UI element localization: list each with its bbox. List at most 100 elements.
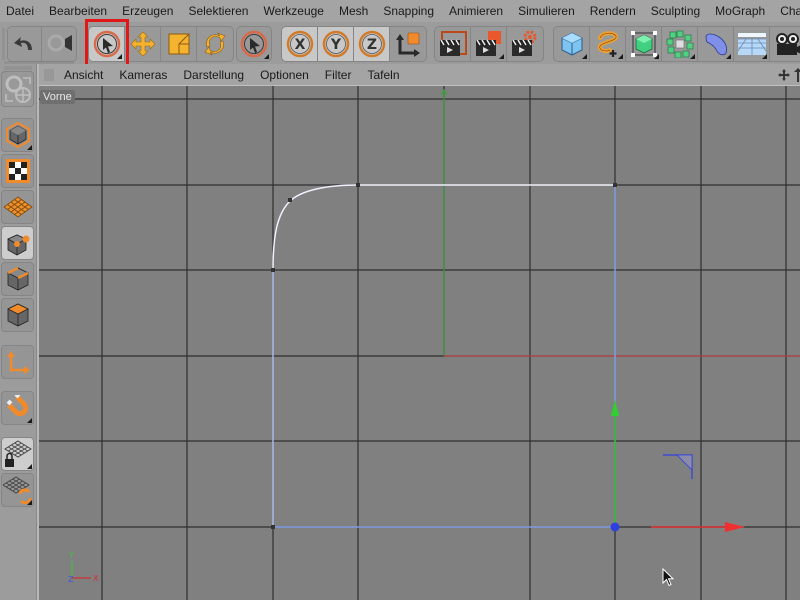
- viewport-menu-optionen[interactable]: Optionen: [260, 68, 309, 82]
- workplane-lock-button[interactable]: [1, 437, 34, 471]
- axis-mode-button[interactable]: [1, 345, 34, 379]
- view-navigation-button[interactable]: [1, 71, 34, 107]
- view-navigation-icon: [4, 75, 31, 103]
- submenu-indicator: [726, 54, 731, 59]
- snapping-button[interactable]: [1, 391, 34, 425]
- render-picture-viewer-button[interactable]: [471, 27, 507, 61]
- gizmo-z-handle: [610, 522, 620, 532]
- menu-animieren[interactable]: Animieren: [443, 4, 503, 18]
- svg-text:Y: Y: [329, 37, 341, 53]
- menu-mesh[interactable]: Mesh: [333, 4, 368, 18]
- menu-datei[interactable]: Datei: [0, 4, 34, 18]
- viewport-menu-kameras[interactable]: Kameras: [119, 68, 167, 82]
- spline-point: [356, 183, 360, 187]
- viewport-front[interactable]: Y X Z: [39, 86, 800, 600]
- grid-align-button[interactable]: [1, 473, 34, 507]
- viewport-menu-ansicht[interactable]: Ansicht: [64, 68, 103, 82]
- viewport-pan-icon[interactable]: [778, 69, 790, 81]
- viewport-menu-darstellung[interactable]: Darstellung: [183, 68, 244, 82]
- viewport-menu-tafeln[interactable]: Tafeln: [367, 68, 399, 82]
- menubar: Datei Bearbeiten Erzeugen Selektieren We…: [0, 0, 800, 22]
- y-axis-lock-button[interactable]: Y: [318, 27, 354, 61]
- deformer-button[interactable]: [698, 27, 734, 61]
- submenu-indicator: [582, 54, 587, 59]
- submenu-indicator: [762, 54, 767, 59]
- z-axis-lock-button[interactable]: Z: [354, 27, 390, 61]
- camera-icon: [776, 33, 800, 55]
- axis-mode-icon: [6, 351, 30, 374]
- undo-button[interactable]: [8, 27, 43, 61]
- svg-text:Z: Z: [366, 37, 376, 53]
- cloner-button[interactable]: [662, 27, 698, 61]
- viewport-canvas[interactable]: Y X Z: [39, 86, 800, 600]
- rotate-button[interactable]: [197, 27, 233, 61]
- spline-point: [613, 183, 617, 187]
- axis-indicator-z-label: Z: [68, 575, 74, 584]
- menu-selektieren[interactable]: Selektieren: [182, 4, 248, 18]
- gizmo-y-arrow: [611, 400, 619, 416]
- axis-indicator-y-label: Y: [68, 551, 74, 560]
- workplane-button[interactable]: [1, 190, 34, 224]
- history-group: [7, 26, 77, 62]
- submenu-indicator: [654, 54, 659, 59]
- spline-pen-button[interactable]: [590, 27, 626, 61]
- submenu-indicator: [27, 418, 32, 423]
- menu-werkzeuge[interactable]: Werkzeuge: [257, 4, 323, 18]
- grid: [39, 86, 800, 600]
- edges-mode-button[interactable]: [1, 262, 34, 296]
- submenu-indicator: [264, 54, 269, 59]
- submenu-indicator: [27, 145, 32, 150]
- rotate-icon: [204, 32, 226, 56]
- scale-button[interactable]: [161, 27, 197, 61]
- main-toolbar: X Y Z: [0, 22, 800, 65]
- mode-toolbar: [0, 64, 36, 600]
- menu-simulieren[interactable]: Simulieren: [512, 4, 575, 18]
- gizmo-x-arrow: [725, 522, 745, 532]
- menu-snapping[interactable]: Snapping: [377, 4, 434, 18]
- render-settings-button[interactable]: [507, 27, 543, 61]
- move-button[interactable]: [125, 27, 161, 61]
- texture-mode-button[interactable]: [1, 154, 34, 188]
- z-axis-lock-icon: Z: [358, 30, 385, 58]
- render-settings-icon: [512, 30, 537, 56]
- cube-button[interactable]: [554, 27, 590, 61]
- spline-point: [271, 525, 275, 529]
- polygons-mode-button[interactable]: [1, 298, 34, 332]
- objects-group: [553, 26, 800, 62]
- coordinate-system-button[interactable]: [390, 27, 426, 61]
- spline-point: [288, 198, 292, 202]
- viewport-zoom-icon[interactable]: [794, 68, 800, 82]
- x-axis-lock-icon: X: [286, 30, 313, 58]
- menu-bearbeiten[interactable]: Bearbeiten: [43, 4, 107, 18]
- render-view-icon: [439, 31, 467, 56]
- points-mode-button[interactable]: [1, 226, 34, 260]
- spline-rounded-corner: [272, 184, 359, 271]
- workplane-icon: [2, 196, 33, 218]
- selection-group: [236, 26, 272, 62]
- submenu-indicator: [27, 464, 32, 469]
- menu-erzeugen[interactable]: Erzeugen: [116, 4, 173, 18]
- axis-indicator-x-label: X: [93, 574, 99, 583]
- render-group: [434, 26, 544, 62]
- x-axis-lock-button[interactable]: X: [282, 27, 318, 61]
- toolbar-grip[interactable]: [2, 28, 5, 60]
- deformer-icon: [705, 33, 727, 56]
- subdivision-surface-button[interactable]: [626, 27, 662, 61]
- live-selection-button[interactable]: [89, 27, 125, 61]
- svg-text:X: X: [294, 37, 305, 53]
- redo-button[interactable]: [42, 27, 76, 61]
- viewport-menu-filter[interactable]: Filter: [325, 68, 352, 82]
- viewport-menu-grip[interactable]: [44, 68, 54, 81]
- render-view-button[interactable]: [435, 27, 471, 61]
- floor-button[interactable]: [734, 27, 770, 61]
- left-toolbar-grip[interactable]: [4, 66, 32, 70]
- selection-tool-button[interactable]: [237, 27, 271, 61]
- menu-rendern[interactable]: Rendern: [584, 4, 636, 18]
- menu-mograph[interactable]: MoGraph: [709, 4, 765, 18]
- submenu-indicator: [27, 500, 32, 505]
- menu-charakter[interactable]: Charak: [774, 4, 800, 18]
- scale-icon: [168, 33, 189, 55]
- menu-sculpting[interactable]: Sculpting: [645, 4, 700, 18]
- camera-button[interactable]: [770, 27, 800, 61]
- make-editable-button[interactable]: [1, 118, 34, 152]
